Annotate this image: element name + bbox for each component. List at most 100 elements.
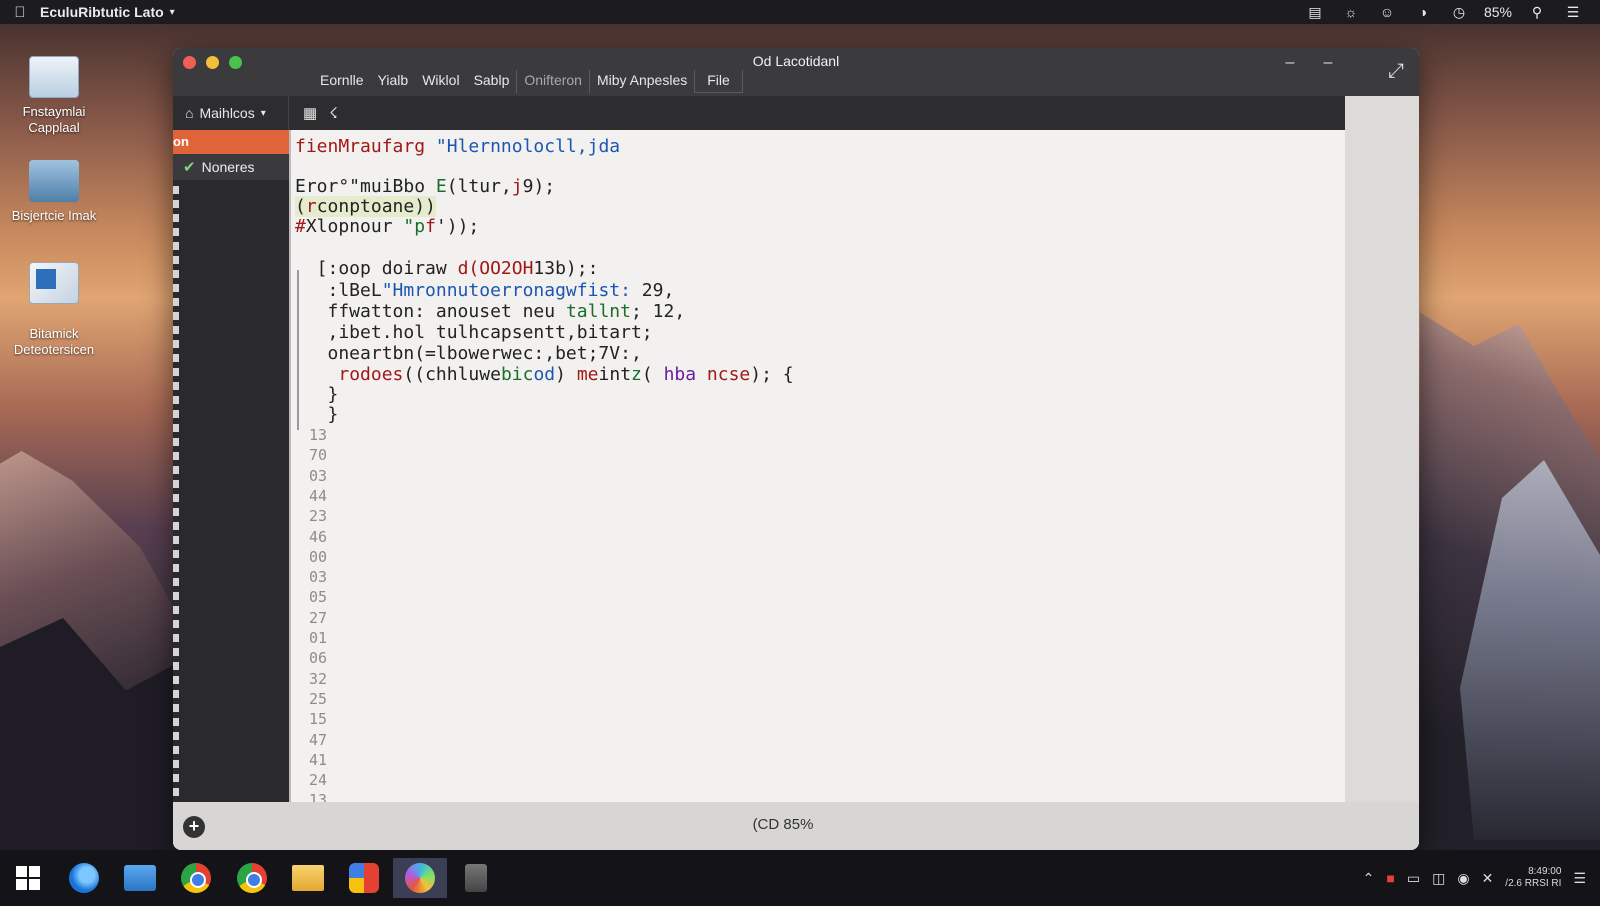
folder-icon <box>29 56 79 98</box>
home-icon: ⌂ <box>185 105 194 121</box>
editor-toolbar: ⌂ Maihlcos ▾ ▦ ☇ <box>173 96 1345 130</box>
wifi-icon[interactable]: ◑ <box>1412 4 1434 20</box>
menu-item[interactable]: Yialb <box>371 70 416 93</box>
taskbar-app-color-wheel[interactable] <box>393 858 447 898</box>
edge-icon <box>69 863 99 893</box>
chevron-down-icon[interactable]: ▾ <box>170 7 175 18</box>
line-number: 47 <box>309 730 328 749</box>
chevron-down-icon: ▾ <box>260 107 266 119</box>
battery-icon[interactable]: ▭ <box>1407 870 1420 887</box>
code-line: oneartbn(=lbowerwec:,bet;7V:, <box>295 343 642 364</box>
code-editor[interactable]: fienMraufarg "Hlernnolocll,jda Eror°"mui… <box>289 130 1345 802</box>
home-dropdown[interactable]: ⌂ Maihlcos ▾ <box>173 96 289 130</box>
line-number: 05 <box>309 588 328 607</box>
window-titlebar[interactable]: Od Lacotidanl Eornlle Yialb Wiklol Sablp… <box>173 48 1419 96</box>
line-number: 13 <box>309 791 328 802</box>
code-line: fienMraufarg "Hlernnolocll,jda <box>295 136 621 157</box>
sidebar: on ✔ Noneres <box>173 130 289 806</box>
desktop-icon-label: Fnstaymlai Capplaal <box>22 104 86 135</box>
line-number: 25 <box>309 689 328 708</box>
chrome-icon <box>181 863 211 893</box>
menu-icon[interactable]: ☰ <box>1562 4 1584 21</box>
battery-percentage[interactable]: 85% <box>1484 4 1512 20</box>
taskbar-app-chrome[interactable] <box>225 858 279 898</box>
toolbar-tools: ▦ ☇ <box>289 104 338 122</box>
search-icon[interactable]: ⚲ <box>1526 4 1548 21</box>
tool-icon[interactable]: ☇ <box>329 104 338 122</box>
user-icon[interactable]: ☺ <box>1376 4 1398 20</box>
code-line: [:oop doiraw d(OO2OH13b);: <box>295 258 599 279</box>
restore-icon[interactable]: – <box>1319 54 1337 83</box>
brightness-icon[interactable]: ☼ <box>1340 4 1362 20</box>
taskbar-app-folder[interactable] <box>281 858 335 898</box>
expand-icon[interactable]: ⤢ <box>1387 60 1405 83</box>
taskbar-app-files[interactable] <box>113 858 167 898</box>
desktop-icon-folder[interactable]: Fnstaymlai Capplaal <box>4 56 104 136</box>
code-line: Eror°"muiBbo E(ltur,j9); <box>295 176 556 197</box>
menu-item[interactable]: Eornlle <box>313 70 371 93</box>
line-number: 44 <box>309 486 328 505</box>
taskbar: ⌃ ■ ▭ ◫ ◉ ✕ 8:49:00 /2.6 RRSI RI ☰ <box>0 850 1600 906</box>
code-line: #Xlopnour "pf')); <box>295 216 480 237</box>
code-line: ,ibet.hol tulhcapsentt,bitart; <box>295 322 653 343</box>
taskbar-clock[interactable]: 8:49:00 /2.6 RRSI RI <box>1505 866 1561 890</box>
drive-icon <box>29 160 79 202</box>
menu-item[interactable]: Miby Anpesles <box>588 70 694 93</box>
network-icon[interactable]: ◫ <box>1432 870 1445 887</box>
clock-icon[interactable]: ◷ <box>1448 4 1470 21</box>
line-number: 41 <box>309 750 328 769</box>
editor-window: Od Lacotidanl Eornlle Yialb Wiklol Sablp… <box>173 48 1419 850</box>
app-menu: Eornlle Yialb Wiklol Sablp Onifteron Mib… <box>313 70 743 93</box>
files-icon <box>124 865 156 891</box>
line-number: 01 <box>309 629 328 647</box>
grid-icon[interactable]: ▦ <box>303 104 317 122</box>
mute-icon[interactable]: ✕ <box>1482 870 1494 887</box>
app-name-menu[interactable]: EculuRibtutic Lato <box>40 4 164 20</box>
minimize-icon[interactable]: – <box>1281 54 1299 83</box>
sidebar-item[interactable]: ✔ Noneres <box>173 154 289 180</box>
sidebar-ruler <box>173 186 179 806</box>
taskbar-app-trash[interactable] <box>449 858 503 898</box>
notifications-icon[interactable]: ☰ <box>1573 870 1586 887</box>
document-icon <box>29 262 79 304</box>
menubar-status-area: ▤ ☼ ☺ ◑ ◷ 85% ⚲ ☰ <box>1304 4 1600 21</box>
sidebar-item-selected[interactable]: on <box>173 130 289 154</box>
home-label: Maihlcos <box>199 105 255 121</box>
trash-icon <box>465 864 487 892</box>
apple-icon[interactable]:  <box>0 4 40 21</box>
menu-item[interactable]: Onifteron <box>516 70 589 93</box>
folder-icon <box>292 865 324 891</box>
menu-item[interactable]: File <box>694 70 743 93</box>
code-line: } <box>295 384 339 405</box>
desktop-icon-document[interactable]: Bitamick Deteotersicen <box>4 262 104 358</box>
window-right-panel <box>1345 96 1419 802</box>
chrome-icon <box>237 863 267 893</box>
security-icon[interactable]: ■ <box>1386 870 1394 886</box>
volume-icon[interactable]: ◉ <box>1457 870 1469 887</box>
system-menu-bar:  EculuRibtutic Lato ▾ ▤ ☼ ☺ ◑ ◷ 85% ⚲ ☰ <box>0 0 1600 24</box>
code-line: ffwatton: anouset neu tallnt; 12, <box>295 301 686 322</box>
code-line: (rconptoane)) <box>295 196 436 217</box>
mail-icon <box>349 863 379 893</box>
notes-icon[interactable]: ▤ <box>1304 4 1326 21</box>
line-number: 23 <box>309 507 328 526</box>
code-line: rodoes((chhluwebicod) meintz( hba ncse);… <box>338 364 794 385</box>
chevron-up-icon[interactable]: ⌃ <box>1363 870 1375 887</box>
window-controls: – – ⤢ <box>1281 54 1405 83</box>
line-number: 27 <box>309 608 328 627</box>
check-icon: ✔ <box>183 159 196 176</box>
color-wheel-icon <box>405 863 435 893</box>
zoom-level[interactable]: (CD 85% <box>173 816 1393 833</box>
taskbar-app-chrome[interactable] <box>169 858 223 898</box>
desktop-icon-label: Bisjertcie Imak <box>11 208 97 223</box>
taskbar-app-mail[interactable] <box>337 858 391 898</box>
sidebar-item-label: Noneres <box>201 159 255 175</box>
status-bar: + (CD 85% <box>173 802 1419 850</box>
menu-item[interactable]: Sablp <box>467 70 517 93</box>
taskbar-app-edge[interactable] <box>57 858 111 898</box>
desktop-icon-drive[interactable]: Bisjertcie Imak <box>4 160 104 224</box>
menu-item[interactable]: Wiklol <box>415 70 466 93</box>
windows-start-button[interactable] <box>1 858 55 898</box>
clock-time: 8:49:00 <box>1528 866 1562 877</box>
desktop-icon-label: Bitamick Deteotersicen <box>13 326 95 357</box>
